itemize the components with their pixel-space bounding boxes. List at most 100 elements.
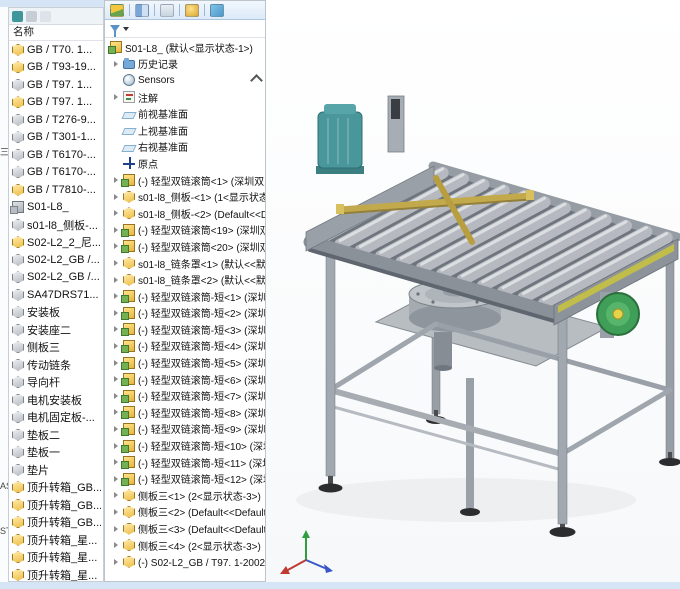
- parts-item-label: 顶升转箱_GB...: [27, 497, 101, 513]
- tree-item[interactable]: 侧板三<3> (Default<<Default>: [105, 520, 265, 537]
- parts-list-item[interactable]: GB / T97. 1...: [9, 76, 103, 94]
- propertymanager-tab-icon[interactable]: [135, 4, 149, 17]
- tree-item[interactable]: S01-L8_ (默认<显示状态-1>): [105, 39, 265, 56]
- tree-item[interactable]: 侧板三<4> (2<显示状态-3>): [105, 537, 265, 554]
- parts-list-item[interactable]: GB / T6170-...: [9, 146, 103, 164]
- drive-motor[interactable]: [316, 104, 364, 174]
- dimxpertmanager-tab-icon[interactable]: [185, 4, 199, 17]
- parts-list-item[interactable]: GB / T301-1...: [9, 129, 103, 147]
- graphics-viewport[interactable]: [266, 0, 680, 582]
- tree-item[interactable]: (-) 轻型双链滚筒-短<6> (深圳双: [105, 371, 265, 388]
- parts-list-item[interactable]: 垫板一: [9, 444, 103, 462]
- tree-item[interactable]: (-) 轻型双链滚筒<20> (深圳双力: [105, 238, 265, 255]
- parts-list-item[interactable]: GB / T7810-...: [9, 181, 103, 199]
- subassembly-icon: [123, 440, 135, 452]
- parts-list-item[interactable]: GB / T93-19...: [9, 59, 103, 77]
- annotations-icon: [123, 91, 135, 103]
- expand-arrow-icon[interactable]: [113, 526, 122, 532]
- expand-arrow-icon[interactable]: [113, 509, 122, 515]
- parts-list-item[interactable]: SA47DRS71...: [9, 286, 103, 304]
- expand-arrow-icon[interactable]: [113, 492, 122, 498]
- tree-item[interactable]: (-) 轻型双链滚筒-短<5> (深圳双: [105, 354, 265, 371]
- tree-item[interactable]: 注解: [105, 89, 265, 106]
- parts-list-item[interactable]: 导向杆: [9, 374, 103, 392]
- tree-item[interactable]: (-) 轻型双链滚筒<1> (深圳双力.: [105, 172, 265, 189]
- sensor-bracket[interactable]: [388, 96, 404, 152]
- parts-list-item[interactable]: 垫板二: [9, 426, 103, 444]
- cad-application-window: 三ASST 名称 GB / T70. 1...GB / T93-19...GB …: [0, 0, 680, 589]
- parts-toolbar-icon[interactable]: [12, 11, 23, 22]
- tree-item[interactable]: 原点: [105, 155, 265, 172]
- tree-item[interactable]: (-) 轻型双链滚筒-短<2> (深圳双: [105, 305, 265, 322]
- expand-arrow-icon[interactable]: [113, 210, 122, 216]
- parts-item-label: 传动链条: [27, 357, 71, 373]
- parts-list-item[interactable]: 顶升转箱_星...: [9, 549, 103, 567]
- expand-arrow-icon[interactable]: [113, 61, 122, 67]
- parts-list-item[interactable]: S02-L2_2_尼...: [9, 234, 103, 252]
- conveyor-3d-model[interactable]: [266, 0, 680, 582]
- tree-item[interactable]: s01-l8_链条罩<1> (默认<<默认: [105, 255, 265, 272]
- tree-item[interactable]: (-) 轻型双链滚筒-短<12> (深圳: [105, 470, 265, 487]
- tree-item[interactable]: s01-l8_链条罩<2> (默认<<默认: [105, 271, 265, 288]
- featuremanager-tab-bar: [105, 1, 265, 20]
- parts-list-item[interactable]: 侧板三: [9, 339, 103, 357]
- expand-arrow-icon[interactable]: [113, 277, 122, 283]
- tree-item[interactable]: (-) 轻型双链滚筒-短<3> (深圳双: [105, 321, 265, 338]
- parts-toolbar-icon[interactable]: [26, 11, 37, 22]
- parts-list-item[interactable]: 顶升转箱_星...: [9, 566, 103, 582]
- parts-list-item[interactable]: 顶升转箱_GB...: [9, 479, 103, 497]
- parts-list-item[interactable]: 垫片: [9, 461, 103, 479]
- tree-item[interactable]: (-) 轻型双链滚筒-短<9> (深圳双: [105, 421, 265, 438]
- tree-item[interactable]: (-) 轻型双链滚筒-短<8> (深圳双: [105, 404, 265, 421]
- gearmotor[interactable]: [597, 292, 639, 338]
- parts-list-item[interactable]: 安装座二: [9, 321, 103, 339]
- parts-list-item[interactable]: S02-L2_GB /...: [9, 251, 103, 269]
- expand-arrow-icon[interactable]: [113, 559, 122, 565]
- parts-list-item[interactable]: GB / T6170-...: [9, 164, 103, 182]
- tree-item[interactable]: 侧板三<2> (Default<<Default>: [105, 504, 265, 521]
- parts-column-header[interactable]: 名称: [9, 25, 103, 41]
- expand-arrow-icon[interactable]: [113, 94, 122, 100]
- parts-list-item[interactable]: 电机安装板: [9, 391, 103, 409]
- parts-list-item[interactable]: GB / T97. 1...: [9, 94, 103, 112]
- tree-item[interactable]: (-) 轻型双链滚筒-短<1> (深圳双: [105, 288, 265, 305]
- parts-list-item[interactable]: s01-l8_侧板-...: [9, 216, 103, 234]
- tree-item[interactable]: (-) 轻型双链滚筒-短<10> (深圳: [105, 437, 265, 454]
- parts-list-item[interactable]: 顶升转箱_星...: [9, 531, 103, 549]
- parts-toolbar-icon[interactable]: [40, 11, 51, 22]
- tree-item[interactable]: (-) 轻型双链滚筒-短<11> (深圳: [105, 454, 265, 471]
- expand-arrow-icon[interactable]: [113, 260, 122, 266]
- tree-filter-row[interactable]: [105, 20, 265, 38]
- configurationmanager-tab-icon[interactable]: [160, 4, 174, 17]
- tree-item[interactable]: s01-l8_侧板-<1> (1<显示状态: [105, 188, 265, 205]
- subassembly-icon: [123, 390, 135, 402]
- parts-list-item[interactable]: 安装板: [9, 304, 103, 322]
- tree-item[interactable]: 历史记录: [105, 56, 265, 73]
- tree-item[interactable]: (-) 轻型双链滚筒-短<4> (深圳双: [105, 338, 265, 355]
- tree-item[interactable]: s01-l8_侧板-<2> (Default<<De: [105, 205, 265, 222]
- tree-item[interactable]: 侧板三<1> (2<显示状态-3>): [105, 487, 265, 504]
- expand-arrow-icon[interactable]: [113, 542, 122, 548]
- filter-funnel-icon[interactable]: [110, 25, 120, 32]
- tab-separator: [129, 4, 130, 16]
- parts-list-item[interactable]: S02-L2_GB /...: [9, 269, 103, 287]
- tree-item[interactable]: 右视基准面: [105, 139, 265, 156]
- parts-list-item[interactable]: 顶升转箱_GB...: [9, 496, 103, 514]
- parts-list-item[interactable]: 顶升转箱_GB...: [9, 514, 103, 532]
- parts-list-item[interactable]: GB / T70. 1...: [9, 41, 103, 59]
- parts-item-label: 侧板三: [27, 339, 60, 355]
- featuremanager-tab-icon[interactable]: [110, 4, 124, 17]
- tree-item[interactable]: (-) 轻型双链滚筒-短<7> (深圳双: [105, 387, 265, 404]
- tree-item[interactable]: (-) S02-L2_GB / T97. 1-2002平: [105, 553, 265, 570]
- tree-item[interactable]: 上视基准面: [105, 122, 265, 139]
- filter-dropdown-caret-icon[interactable]: [123, 27, 129, 31]
- displaymanager-tab-icon[interactable]: [210, 4, 224, 17]
- parts-list-item[interactable]: S01-L8_: [9, 199, 103, 217]
- tree-item[interactable]: (-) 轻型双链滚筒<19> (深圳双力: [105, 222, 265, 239]
- tree-item[interactable]: 前视基准面: [105, 105, 265, 122]
- tree-item[interactable]: Sensors: [105, 72, 265, 89]
- parts-list-item[interactable]: 传动链条: [9, 356, 103, 374]
- expand-arrow-icon[interactable]: [113, 194, 122, 200]
- parts-list-item[interactable]: 电机固定板-...: [9, 409, 103, 427]
- parts-list-item[interactable]: GB / T276-9...: [9, 111, 103, 129]
